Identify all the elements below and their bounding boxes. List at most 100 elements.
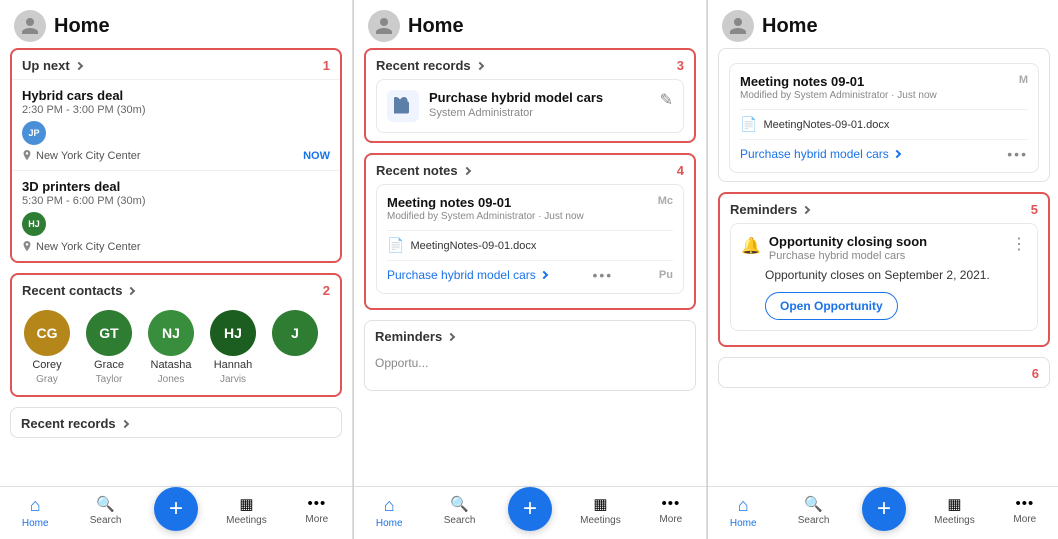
bell-icon-p3: 🔔 — [741, 236, 761, 256]
nav-meetings-2[interactable]: ▦ Meetings — [565, 491, 635, 533]
panel-2-content: Recent records 3 Purchase hybrid model c… — [354, 48, 706, 486]
contact-last-1: Taylor — [96, 374, 123, 385]
search-icon-3: 🔍 — [804, 495, 823, 513]
record-title-p2: Purchase hybrid model cars — [429, 90, 603, 105]
avatar-2 — [368, 10, 400, 42]
event-location-1: New York City Center NOW — [22, 150, 330, 162]
nav-meetings-1[interactable]: ▦ Meetings — [211, 491, 281, 533]
nav-search-2[interactable]: 🔍 Search — [424, 491, 494, 533]
location-icon-1 — [22, 150, 32, 162]
nav-more-1[interactable]: ••• More — [282, 491, 352, 533]
recent-records-header-p1[interactable]: Recent records — [11, 408, 341, 437]
up-next-chevron — [74, 61, 82, 69]
fab-button-3[interactable]: + — [862, 487, 906, 531]
nav-home-3[interactable]: ⌂ Home — [708, 491, 778, 533]
reminders-preview-p2: Opportu... — [365, 350, 695, 390]
three-dots-p3[interactable]: ••• — [1007, 146, 1028, 162]
recent-notes-header-p2: Recent notes 4 — [366, 155, 694, 184]
note-card-p2[interactable]: Meeting notes 09-01 Modified by System A… — [376, 184, 684, 294]
header-2: Home — [354, 0, 706, 48]
contacts-row: CG Corey Gray GT Grace Taylor NJ Natasha… — [12, 304, 340, 395]
location-icon-2 — [22, 241, 32, 253]
contacts-card: Recent contacts 2 CG Corey Gray GT Grace… — [10, 273, 342, 397]
record-card-p2[interactable]: Purchase hybrid model cars System Admini… — [376, 79, 684, 133]
reminder-sub-p3: Purchase hybrid model cars — [769, 250, 927, 262]
contact-name-0: Corey — [32, 359, 61, 371]
record-info-p2: Purchase hybrid model cars System Admini… — [429, 90, 603, 119]
nav-meetings-3[interactable]: ▦ Meetings — [919, 491, 989, 533]
record-icon-p2 — [387, 90, 419, 122]
note-title-p2: Meeting notes 09-01 — [387, 195, 584, 210]
nav-search-label-1: Search — [90, 515, 122, 526]
three-dots-vert-p3[interactable]: ⋮ — [1011, 234, 1027, 254]
nav-more-2[interactable]: ••• More — [636, 491, 706, 533]
contacts-label: Recent contacts — [22, 283, 122, 298]
file-row-p3: 📄 MeetingNotes-09-01.docx — [740, 109, 1028, 140]
nav-home-label-3: Home — [730, 518, 757, 529]
recent-records-label-p1: Recent records — [21, 416, 116, 431]
contact-last-0: Gray — [36, 374, 58, 385]
contact-name-2: Natasha — [151, 359, 192, 371]
home-icon-2: ⌂ — [384, 495, 395, 516]
contact-item-4[interactable]: J — [270, 310, 320, 385]
nav-home-label-1: Home — [22, 518, 49, 529]
three-dots-p2[interactable]: ••• — [592, 267, 613, 283]
link-abbr-p2: Pu — [659, 269, 673, 281]
event-time-1: 2:30 PM - 3:00 PM (30m) — [22, 104, 330, 116]
contact-item-0[interactable]: CG Corey Gray — [22, 310, 72, 385]
contact-last-3: Jarvis — [220, 374, 246, 385]
link-row-p2: Purchase hybrid model cars ••• Pu — [387, 267, 673, 283]
nav-home-1[interactable]: ⌂ Home — [0, 491, 70, 533]
contacts-title[interactable]: Recent contacts — [22, 283, 134, 298]
event-item-1[interactable]: Hybrid cars deal 2:30 PM - 3:00 PM (30m)… — [12, 79, 340, 170]
record-sub-p2: System Administrator — [429, 107, 603, 119]
bottom-nav-container-2: + ⌂ Home 🔍 Search ▦ Meetings ••• More — [354, 486, 706, 539]
reminders-label-p3: Reminders — [730, 202, 797, 217]
header-1: Home — [0, 0, 352, 48]
reminders-section-p2: Reminders Opportu... — [364, 320, 696, 391]
recent-records-section-p2: Recent records 3 Purchase hybrid model c… — [364, 48, 696, 143]
header-3: Home — [708, 0, 1058, 48]
nav-more-3[interactable]: ••• More — [990, 491, 1058, 533]
contact-item-2[interactable]: NJ Natasha Jones — [146, 310, 196, 385]
nav-search-1[interactable]: 🔍 Search — [70, 491, 140, 533]
meeting-note-header-p3 — [719, 49, 1049, 63]
event-title-2: 3D printers deal — [22, 179, 330, 194]
section-6-header-p3: 6 — [719, 358, 1049, 387]
note-card-p3[interactable]: Meeting notes 09-01 Modified by System A… — [729, 63, 1039, 173]
contact-item-1[interactable]: GT Grace Taylor — [84, 310, 134, 385]
fab-button-2[interactable]: + — [508, 487, 552, 531]
nav-search-3[interactable]: 🔍 Search — [778, 491, 848, 533]
up-next-title[interactable]: Up next — [22, 58, 82, 73]
nav-meetings-label-1: Meetings — [226, 515, 267, 526]
badge-6: 6 — [1032, 366, 1039, 381]
contacts-badge: 2 — [323, 283, 330, 298]
contact-item-3[interactable]: HJ Hannah Jarvis — [208, 310, 258, 385]
nav-more-label-3: More — [1013, 514, 1036, 525]
reminders-header-p2: Reminders — [365, 321, 695, 350]
nav-meetings-label-3: Meetings — [934, 515, 975, 526]
contact-avatar-4: J — [272, 310, 318, 356]
panel-3-content: Meeting notes 09-01 Modified by System A… — [708, 48, 1058, 486]
nav-more-label-1: More — [305, 514, 328, 525]
event-location-2: New York City Center — [22, 241, 330, 253]
avatar-1 — [14, 10, 46, 42]
up-next-label: Up next — [22, 58, 70, 73]
docx-icon-p3: 📄 — [740, 116, 757, 133]
panel-1-content: Up next 1 Hybrid cars deal 2:30 PM - 3:0… — [0, 48, 352, 486]
link-blue-p2[interactable]: Purchase hybrid model cars — [387, 268, 547, 282]
up-next-badge: 1 — [323, 58, 330, 73]
reminder-title-p3: Opportunity closing soon — [769, 234, 927, 249]
link-blue-p3[interactable]: Purchase hybrid model cars — [740, 147, 900, 161]
meeting-note-section-p3: Meeting notes 09-01 Modified by System A… — [718, 48, 1050, 182]
fab-button-1[interactable]: + — [154, 487, 198, 531]
event-item-2[interactable]: 3D printers deal 5:30 PM - 6:00 PM (30m)… — [12, 170, 340, 261]
note-title-p3: Meeting notes 09-01 — [740, 74, 937, 89]
reminder-card-p3: 🔔 Opportunity closing soon Purchase hybr… — [730, 223, 1038, 331]
recent-records-header-p2: Recent records 3 — [366, 50, 694, 79]
pencil-icon-p2[interactable]: ✎ — [660, 90, 673, 110]
open-opportunity-button[interactable]: Open Opportunity — [765, 292, 898, 320]
avatar-3 — [722, 10, 754, 42]
now-badge-1: NOW — [303, 150, 330, 162]
nav-home-2[interactable]: ⌂ Home — [354, 491, 424, 533]
